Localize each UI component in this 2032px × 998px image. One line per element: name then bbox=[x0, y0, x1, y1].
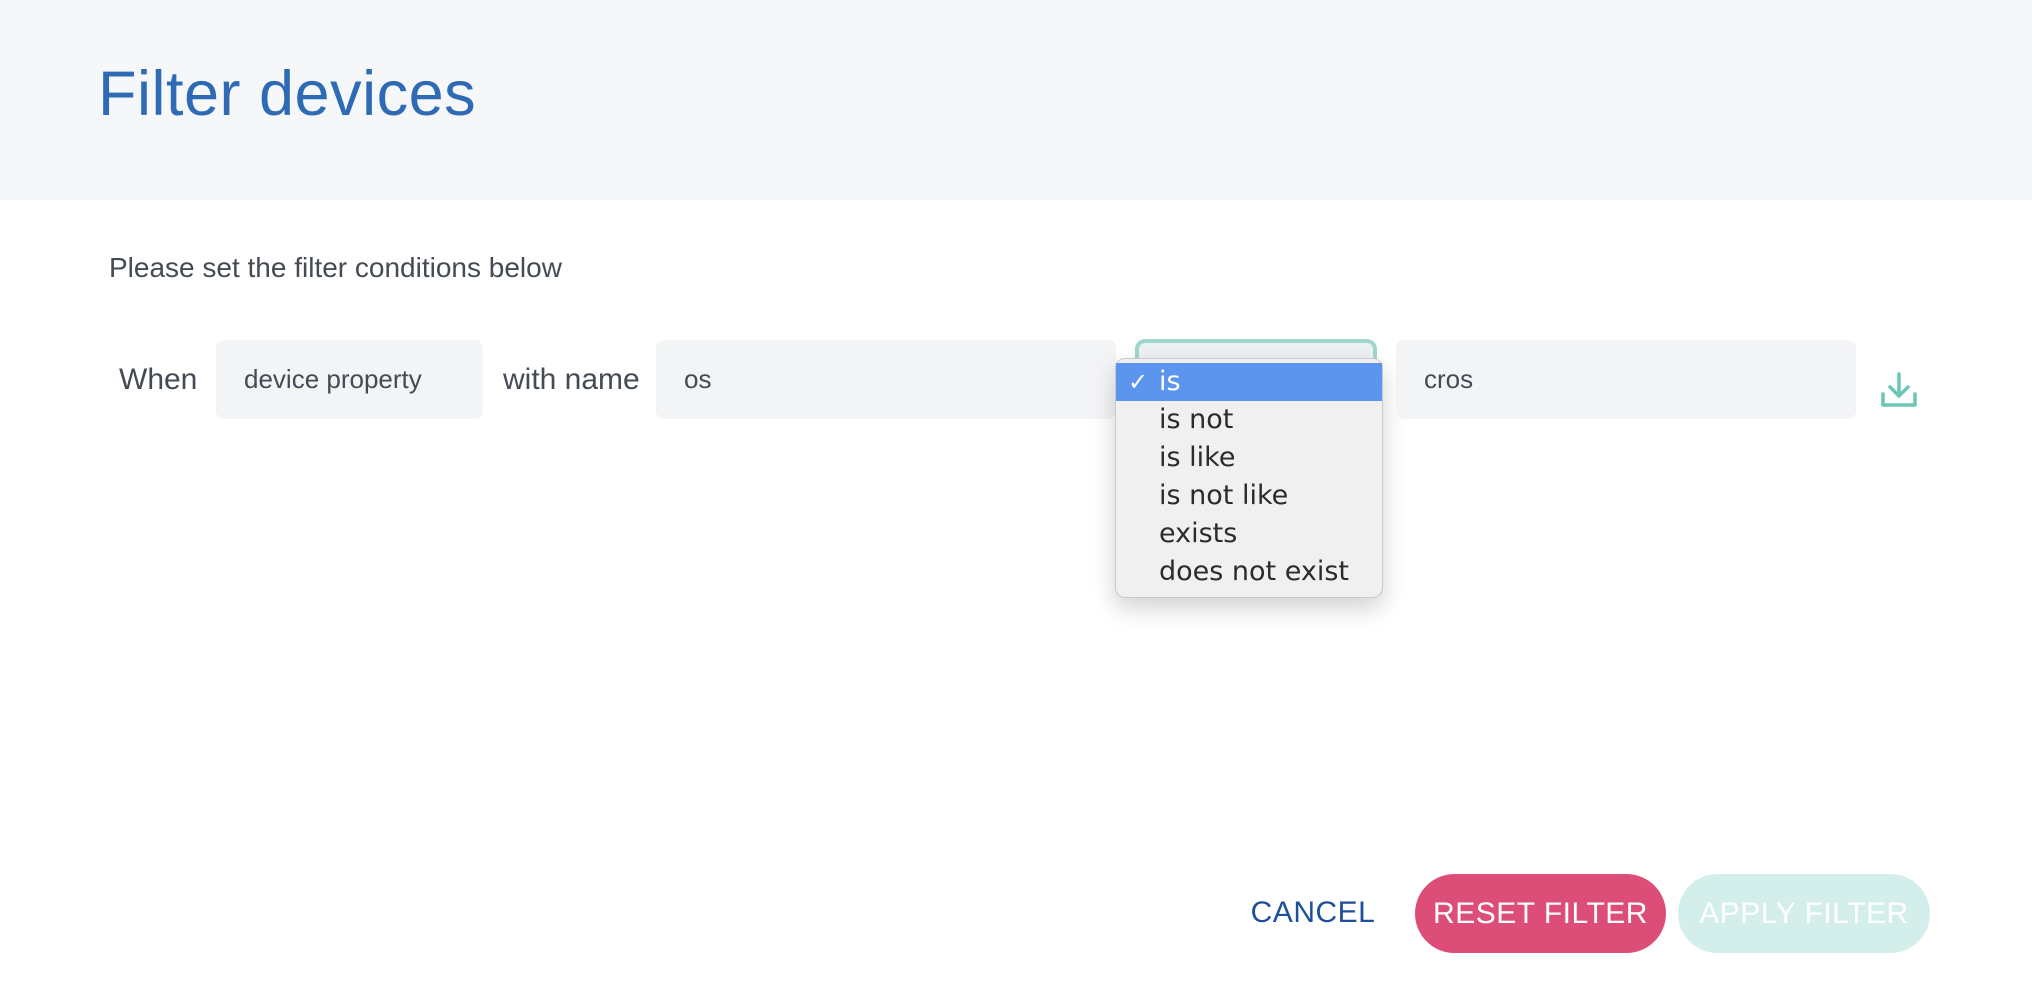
dialog-header: Filter devices bbox=[0, 0, 2032, 200]
property-type-select[interactable]: device property bbox=[216, 340, 483, 419]
property-name-input[interactable]: os bbox=[656, 340, 1116, 419]
download-icon[interactable] bbox=[1879, 370, 1919, 410]
operator-option-label: does not exist bbox=[1159, 556, 1349, 587]
filter-devices-dialog: Filter devices Please set the filter con… bbox=[0, 0, 2032, 998]
operator-option-label: is not like bbox=[1159, 480, 1289, 511]
operator-option-label: is bbox=[1159, 366, 1181, 397]
cancel-button[interactable]: CANCEL bbox=[1240, 874, 1386, 952]
operator-dropdown-menu: ✓ is is not is like is not like exists d… bbox=[1115, 358, 1383, 598]
operator-option-is-like[interactable]: is like bbox=[1116, 439, 1382, 477]
operator-option-is-not[interactable]: is not bbox=[1116, 401, 1382, 439]
reset-filter-button[interactable]: RESET FILTER bbox=[1415, 874, 1666, 953]
instructions-text: Please set the filter conditions below bbox=[109, 252, 562, 283]
condition-value-input[interactable]: cros bbox=[1396, 340, 1856, 419]
apply-filter-button[interactable]: APPLY FILTER bbox=[1678, 874, 1930, 953]
when-label: When bbox=[119, 363, 198, 396]
operator-option-is[interactable]: ✓ is bbox=[1116, 363, 1382, 401]
operator-option-label: exists bbox=[1159, 518, 1238, 549]
property-type-value: device property bbox=[244, 364, 422, 394]
operator-option-label: is like bbox=[1159, 442, 1236, 473]
operator-option-is-not-like[interactable]: is not like bbox=[1116, 477, 1382, 515]
operator-option-does-not-exist[interactable]: does not exist bbox=[1116, 553, 1382, 591]
operator-option-exists[interactable]: exists bbox=[1116, 515, 1382, 553]
property-name-value: os bbox=[684, 364, 712, 394]
dialog-title: Filter devices bbox=[98, 59, 477, 129]
operator-option-label: is not bbox=[1159, 404, 1234, 435]
checkmark-icon: ✓ bbox=[1128, 368, 1149, 396]
condition-value-text: cros bbox=[1424, 364, 1474, 394]
with-name-label: with name bbox=[503, 363, 640, 396]
